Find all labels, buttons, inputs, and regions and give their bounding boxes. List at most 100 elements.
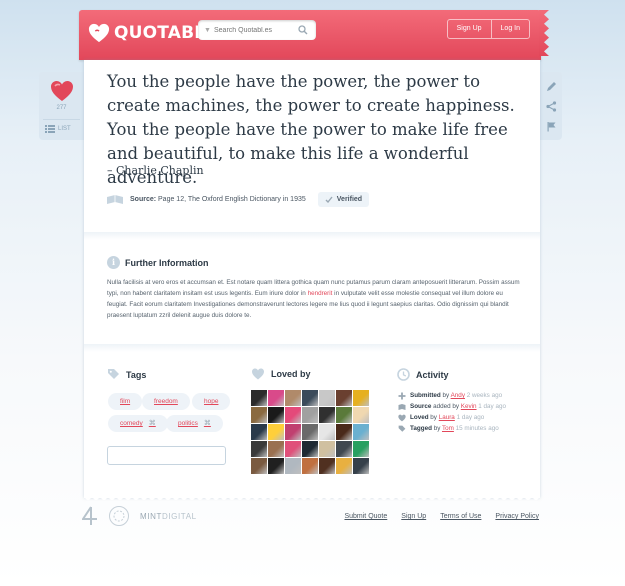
avatar[interactable] <box>319 407 335 423</box>
avatar[interactable] <box>285 441 301 457</box>
tag-label[interactable]: freedom <box>154 393 178 410</box>
login-button[interactable]: Log In <box>490 20 529 38</box>
divider <box>43 119 80 120</box>
share-icon[interactable] <box>545 100 557 112</box>
avatar[interactable] <box>353 407 369 423</box>
avatar[interactable] <box>353 458 369 474</box>
source-label: Source: <box>130 196 157 203</box>
footer-links: Submit Quote Sign Up Terms of Use Privac… <box>344 513 539 520</box>
avatar[interactable] <box>268 407 284 423</box>
avatar[interactable] <box>285 424 301 440</box>
list-button[interactable]: LIST <box>45 125 71 133</box>
avatar[interactable] <box>251 424 267 440</box>
avatar[interactable] <box>336 458 352 474</box>
avatar[interactable] <box>268 390 284 406</box>
search-input[interactable] <box>214 26 296 34</box>
source-line: Source: Page 12, The Oxford English Dict… <box>106 192 370 207</box>
tag-label[interactable]: film <box>120 393 130 410</box>
heart-icon <box>252 368 264 380</box>
avatar[interactable] <box>251 441 267 457</box>
loved-by-title: Loved by <box>271 369 311 379</box>
avatar[interactable] <box>353 390 369 406</box>
avatar[interactable] <box>268 458 284 474</box>
avatar[interactable] <box>251 458 267 474</box>
activity-user-link[interactable]: Laura <box>439 414 455 421</box>
film-council-logo-icon <box>109 506 129 526</box>
avatar[interactable] <box>336 424 352 440</box>
activity-action: Loved <box>410 414 429 421</box>
activity-by: by <box>430 414 437 421</box>
tag-label[interactable]: hope <box>204 393 218 410</box>
love-count: 277 <box>56 105 67 111</box>
quote-author: – Charlie Chaplin <box>107 164 204 177</box>
avatar[interactable] <box>336 390 352 406</box>
activity-user-link[interactable]: Andy <box>451 392 465 399</box>
tag-label[interactable]: politics <box>178 415 198 432</box>
activity-by: by <box>433 425 441 432</box>
avatar[interactable] <box>319 424 335 440</box>
activity-row: Submitted by Andy 2 weeks ago <box>398 390 528 401</box>
verified-badge: Verified <box>317 192 370 207</box>
avatar[interactable] <box>285 407 301 423</box>
avatar-grid <box>251 390 373 474</box>
tags-heading: Tags <box>107 368 146 381</box>
pencil-icon[interactable] <box>546 81 557 92</box>
activity-title: Activity <box>416 369 449 380</box>
avatar[interactable] <box>251 407 267 423</box>
activity-action: Tagged <box>410 425 432 432</box>
list-label: LIST <box>58 126 71 132</box>
actions-panel <box>540 72 562 140</box>
activity-list: Submitted by Andy 2 weeks ago Source add… <box>398 390 528 434</box>
activity-user-link[interactable]: Tom <box>442 425 454 432</box>
avatar[interactable] <box>285 390 301 406</box>
avatar[interactable] <box>302 407 318 423</box>
activity-user-link[interactable]: Kevin <box>461 403 477 410</box>
avatar[interactable] <box>302 390 318 406</box>
chevron-down-icon[interactable]: ▼ <box>204 27 214 34</box>
flag-icon[interactable] <box>546 121 557 132</box>
book-icon <box>398 403 406 410</box>
tag-item[interactable]: film <box>108 393 143 410</box>
avatar[interactable] <box>302 424 318 440</box>
loved-by-heading: Loved by <box>251 368 311 380</box>
privacy-link[interactable]: Privacy Policy <box>495 513 539 520</box>
avatar[interactable] <box>336 441 352 457</box>
tag-item[interactable]: politics ⌘ <box>166 415 223 432</box>
avatar[interactable] <box>353 441 369 457</box>
terms-link[interactable]: Terms of Use <box>440 513 481 520</box>
avatar[interactable] <box>302 441 318 457</box>
digital-logo-part: DIGITAL <box>161 511 197 521</box>
avatar[interactable] <box>319 390 335 406</box>
further-info-heading: i Further Information <box>107 256 209 269</box>
submit-quote-link[interactable]: Submit Quote <box>344 513 387 520</box>
love-heart-icon[interactable] <box>50 80 74 102</box>
activity-by: by <box>442 392 450 399</box>
tag-item[interactable]: freedom <box>142 393 190 410</box>
activity-by: added by <box>433 403 460 410</box>
activity-time: 2 weeks ago <box>466 392 503 399</box>
avatar[interactable] <box>251 390 267 406</box>
search-box[interactable]: ▼ <box>198 20 316 40</box>
signup-button[interactable]: Sign Up <box>448 20 491 38</box>
avatar[interactable] <box>353 424 369 440</box>
plus-icon <box>398 392 406 399</box>
avatar[interactable] <box>268 424 284 440</box>
section-divider <box>84 232 540 240</box>
mint-digital-logo: MINTDIGITAL <box>140 512 197 521</box>
avatar[interactable] <box>319 458 335 474</box>
avatar[interactable] <box>285 458 301 474</box>
avatar[interactable] <box>336 407 352 423</box>
signup-link[interactable]: Sign Up <box>401 513 426 520</box>
remove-tag-icon[interactable]: ⌘ <box>204 415 211 432</box>
header-bar: QUOTABL.ES ▼ Sign Up Log In <box>79 10 549 60</box>
love-panel: 277 LIST <box>39 72 84 140</box>
avatar[interactable] <box>302 458 318 474</box>
avatar[interactable] <box>319 441 335 457</box>
search-icon[interactable] <box>298 25 308 35</box>
tag-item[interactable]: comedy ⌘ <box>108 415 168 432</box>
remove-tag-icon[interactable]: ⌘ <box>149 415 156 432</box>
tag-label[interactable]: comedy <box>120 415 143 432</box>
further-body-link[interactable]: hendrerit <box>308 290 333 297</box>
avatar[interactable] <box>268 441 284 457</box>
tag-item[interactable]: hope <box>192 393 231 410</box>
